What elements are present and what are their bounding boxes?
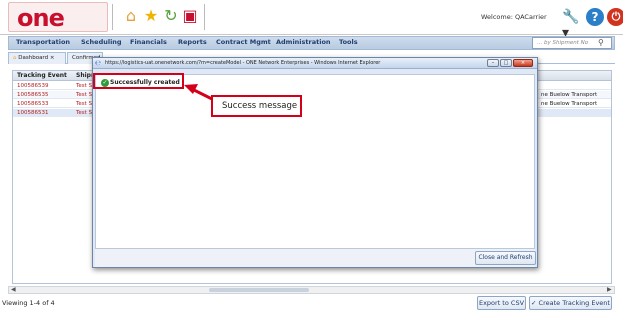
shipment-link[interactable]: Test S: [76, 109, 92, 117]
tracking-event-link[interactable]: 100586535: [17, 91, 49, 99]
scroll-right-icon[interactable]: ▶: [607, 286, 612, 293]
search-icon[interactable]: ⚲: [598, 38, 608, 48]
shipment-link[interactable]: Test S: [76, 91, 92, 99]
nav-scheduling[interactable]: Scheduling: [81, 38, 122, 46]
annotation-callout: Success message: [211, 95, 302, 117]
tab-dashboard[interactable]: ⌂ Dashboard ×: [8, 52, 66, 64]
welcome-text: Welcome: QACarrier: [481, 13, 547, 21]
carrier-cell: ne Buelow Transport: [541, 92, 598, 98]
wrench-icon[interactable]: 🔧▾: [562, 9, 582, 41]
col-tracking-event[interactable]: Tracking Event: [17, 72, 67, 79]
power-icon[interactable]: ⏻: [607, 8, 623, 26]
close-and-refresh-button[interactable]: Close and Refresh: [475, 251, 536, 265]
nav-contract-mgmt[interactable]: Contract Mgmt: [216, 38, 271, 46]
shipment-link[interactable]: Test S: [76, 100, 92, 108]
check-icon: ✓: [531, 299, 537, 307]
nav-transportation[interactable]: Transportation: [16, 38, 70, 46]
ie-icon: ℮: [95, 59, 101, 67]
popup-titlebar[interactable]: ℮ https://logistics-uat.onenetwork.com/?…: [93, 58, 537, 69]
export-csv-button[interactable]: Export to CSV: [477, 296, 526, 310]
tracking-event-link[interactable]: 100586539: [17, 82, 49, 90]
paging-status: Viewing 1-4 of 4: [2, 299, 55, 307]
header-divider: [204, 4, 205, 30]
popup-footer: [95, 248, 535, 267]
refresh-icon[interactable]: ↻: [162, 7, 180, 25]
popup-content: ✓ Successfully created: [95, 74, 535, 264]
minimize-button[interactable]: –: [487, 59, 499, 67]
horizontal-scrollbar[interactable]: ◀ ▶: [8, 286, 615, 294]
star-icon[interactable]: ★: [142, 7, 160, 25]
tracking-event-link[interactable]: 100586533: [17, 100, 49, 108]
success-message-highlight: [93, 73, 184, 89]
header-divider: [112, 4, 113, 30]
help-icon[interactable]: ?: [586, 8, 604, 26]
maximize-button[interactable]: □: [500, 59, 512, 67]
create-tracking-event-button[interactable]: ✓ Create Tracking Event: [529, 296, 612, 310]
home-icon[interactable]: ⌂: [122, 7, 140, 25]
tracking-event-link[interactable]: 100586531: [17, 109, 49, 117]
popup-title: https://logistics-uat.onenetwork.com/?m=…: [105, 60, 381, 66]
monitor-icon[interactable]: ▣: [181, 7, 199, 25]
nav-tools[interactable]: Tools: [339, 38, 358, 46]
main-nav: Transportation Scheduling Financials Rep…: [8, 36, 615, 50]
shipment-link[interactable]: Test S: [76, 82, 92, 90]
nav-financials[interactable]: Financials: [130, 38, 167, 46]
one-logo[interactable]: one: [8, 2, 108, 32]
scroll-left-icon[interactable]: ◀: [11, 286, 16, 293]
carrier-cell: ne Buelow Transport: [541, 101, 598, 107]
tab-close-icon[interactable]: ×: [50, 55, 55, 61]
scrollbar-thumb[interactable]: [209, 288, 309, 292]
app-header: one ⌂ ★ ↻ ▣ Welcome: QACarrier 🔧▾ ? ⏻: [0, 0, 623, 41]
house-icon: ⌂: [13, 55, 17, 61]
close-window-button[interactable]: ×: [513, 59, 533, 67]
nav-reports[interactable]: Reports: [178, 38, 207, 46]
create-tracking-event-label: Create Tracking Event: [538, 299, 610, 307]
nav-administration[interactable]: Administration: [276, 38, 331, 46]
tab-label: Dashboard: [18, 55, 49, 61]
